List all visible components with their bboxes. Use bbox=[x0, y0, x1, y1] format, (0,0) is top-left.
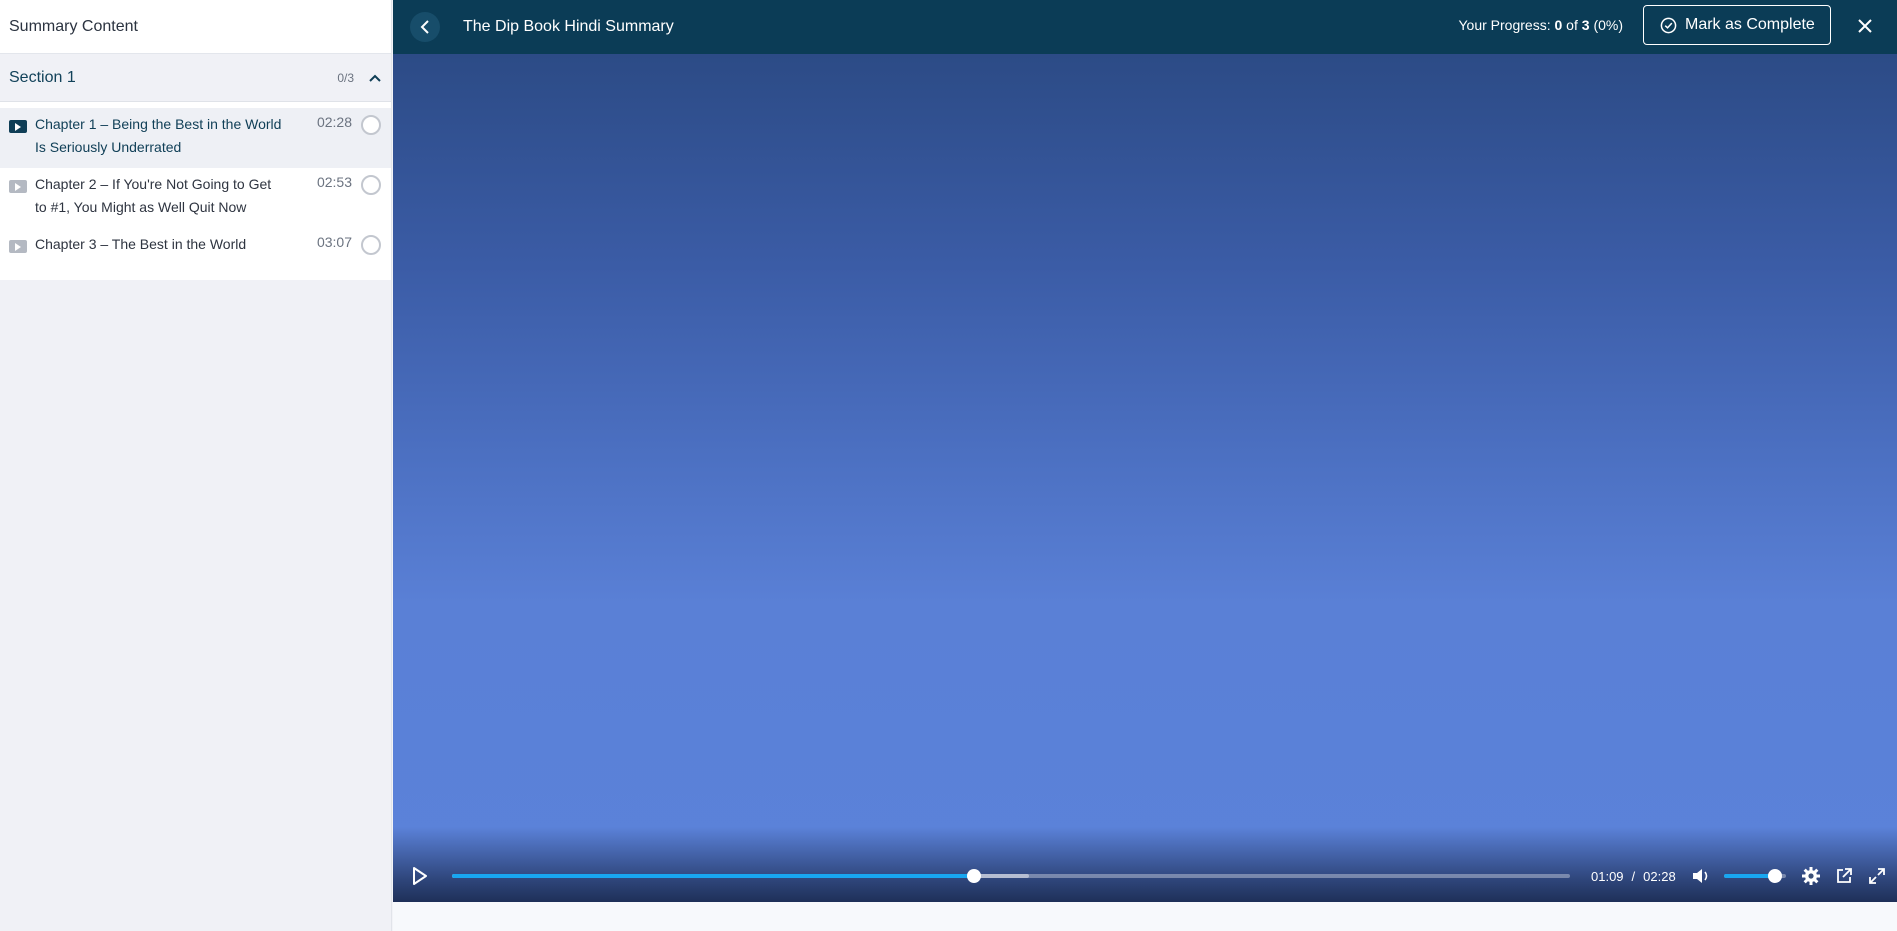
lesson-item[interactable]: Chapter 2 – If You're Not Going to Get t… bbox=[0, 168, 391, 228]
sidebar-header: Summary Content bbox=[0, 0, 391, 54]
check-circle-icon bbox=[1660, 17, 1677, 33]
external-link-icon bbox=[1836, 868, 1852, 883]
progress-done: 0 bbox=[1554, 17, 1563, 33]
total-time: 02:28 bbox=[1643, 868, 1676, 884]
lesson-complete-checkbox[interactable] bbox=[361, 115, 381, 135]
chevron-up-icon[interactable] bbox=[368, 71, 382, 85]
progress-percent: (0%) bbox=[1593, 17, 1623, 33]
play-icon bbox=[413, 867, 427, 885]
section-title: Section 1 bbox=[9, 68, 76, 86]
player-controls: 01:09 / 02:28 bbox=[393, 850, 1897, 902]
progress-slider[interactable] bbox=[452, 869, 1570, 883]
time-separator: / bbox=[1631, 868, 1636, 884]
lesson-item[interactable]: Chapter 1 – Being the Best in the World … bbox=[0, 108, 391, 168]
lesson-duration: 03:07 bbox=[316, 234, 352, 250]
lesson-title: Chapter 1 – Being the Best in the World … bbox=[35, 116, 282, 155]
volume-icon bbox=[1692, 869, 1708, 883]
video-play-icon bbox=[9, 240, 27, 253]
chevron-left-icon bbox=[420, 20, 429, 34]
mark-complete-button[interactable]: Mark as Complete bbox=[1643, 5, 1831, 45]
volume-level bbox=[1723, 874, 1775, 878]
lesson-duration: 02:28 bbox=[316, 114, 352, 130]
lesson-title: Chapter 3 – The Best in the World bbox=[35, 236, 247, 252]
settings-button[interactable] bbox=[1800, 865, 1822, 887]
lesson-item[interactable]: Chapter 3 – The Best in the World 03:07 bbox=[0, 228, 391, 274]
lesson-title: Chapter 2 – If You're Not Going to Get t… bbox=[35, 176, 272, 215]
current-time: 01:09 bbox=[1591, 868, 1624, 884]
progress-of: of bbox=[1566, 17, 1578, 33]
progress-total: 3 bbox=[1581, 17, 1590, 33]
mark-complete-label: Mark as Complete bbox=[1685, 16, 1815, 33]
volume-handle[interactable] bbox=[1767, 869, 1782, 883]
fullscreen-button[interactable] bbox=[1866, 865, 1888, 887]
back-button[interactable] bbox=[410, 12, 440, 42]
close-button[interactable] bbox=[1855, 16, 1875, 36]
play-button[interactable] bbox=[411, 866, 429, 886]
lesson-complete-checkbox[interactable] bbox=[361, 235, 381, 255]
played-bar bbox=[452, 874, 975, 878]
content-area-below-video bbox=[393, 902, 1897, 931]
section-toggle[interactable]: Section 1 0/3 bbox=[0, 54, 391, 102]
section-count: 0/3 bbox=[337, 70, 354, 85]
header-bar: The Dip Book Hindi Summary Your Progress… bbox=[393, 0, 1897, 54]
lesson-duration: 02:53 bbox=[316, 174, 352, 190]
volume-button[interactable] bbox=[1690, 865, 1712, 887]
course-title: The Dip Book Hindi Summary bbox=[463, 18, 674, 35]
time-display: 01:09 / 02:28 bbox=[1591, 869, 1676, 884]
progress-label: Your Progress: bbox=[1458, 17, 1551, 33]
volume-slider[interactable] bbox=[1723, 869, 1786, 883]
progress-handle[interactable] bbox=[967, 869, 982, 883]
lesson-complete-checkbox[interactable] bbox=[361, 175, 381, 195]
close-icon bbox=[1858, 19, 1872, 33]
video-player[interactable]: 01:09 / 02:28 bbox=[393, 54, 1897, 902]
lesson-list: Chapter 1 – Being the Best in the World … bbox=[0, 102, 391, 280]
video-play-icon bbox=[9, 180, 27, 193]
gear-icon bbox=[1801, 867, 1820, 885]
fullscreen-icon bbox=[1868, 868, 1885, 884]
video-play-icon bbox=[9, 120, 27, 133]
sidebar-title: Summary Content bbox=[9, 17, 138, 35]
course-sidebar: Summary Content Section 1 0/3 Chapter 1 … bbox=[0, 0, 392, 931]
popout-button[interactable] bbox=[1833, 865, 1855, 887]
progress-text: Your Progress: 0 of 3 (0%) bbox=[1459, 17, 1624, 33]
